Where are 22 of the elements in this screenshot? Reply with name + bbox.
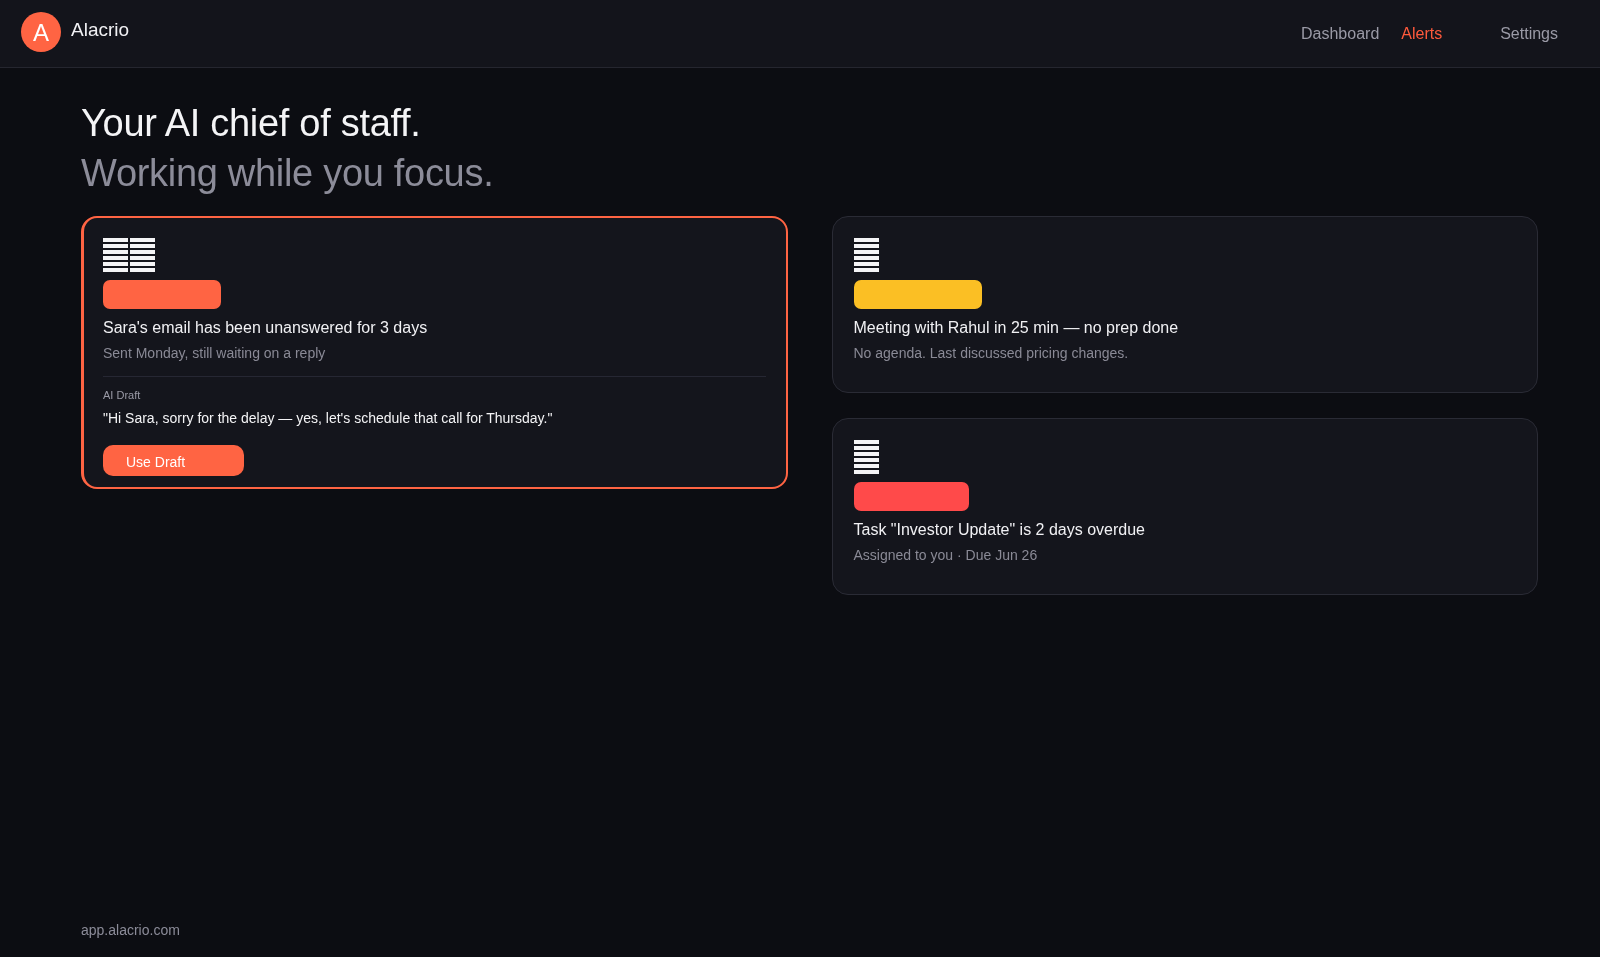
alert-card[interactable]: Task "Investor Update" is 2 days overdue Assigned to you · Due Jun 26 xyxy=(831,418,1538,595)
alert-title: Meeting with Rahul in 25 min — no prep done xyxy=(853,318,1179,338)
hero-subtitle: Working while you focus. xyxy=(81,151,495,196)
alert-title: Sara's email has been unanswered for 3 days xyxy=(103,318,428,338)
draft-text: "Hi Sara, sorry for the delay — yes, let's schedule that call for Thursday." xyxy=(103,410,553,426)
alert-detail: Sent Monday, still waiting on a reply xyxy=(103,344,326,362)
footer-url: app.alacrio.com xyxy=(81,922,180,938)
nav-link[interactable]: Dashboard xyxy=(1301,24,1380,43)
logo-avatar: A xyxy=(21,11,61,52)
alert-title: Task "Investor Update" is 2 days overdue xyxy=(853,520,1145,540)
alert-detail: Assigned to you · Due Jun 26 xyxy=(853,546,1038,564)
lines-icon xyxy=(853,440,879,474)
nav-link[interactable]: Alerts xyxy=(1401,24,1443,43)
nav-link[interactable]: Settings xyxy=(1500,24,1558,43)
alert-card[interactable]: Meeting with Rahul in 25 min — no prep done No agenda. Last discussed pricing changes. xyxy=(831,216,1538,393)
lines-icon xyxy=(853,238,879,272)
lines-icon xyxy=(103,238,155,272)
alert-card[interactable]: Sara's email has been unanswered for 3 days Sent Monday, still waiting on a reply AI Draft "Hi Sara, sorry for the delay — yes, let's schedule that call for Thursday." Use Draft xyxy=(81,216,788,489)
draft-label: AI Draft xyxy=(103,389,141,401)
brand-name: Alacrio xyxy=(71,19,130,41)
hero-title: Your AI chief of staff. xyxy=(81,101,422,146)
alert-detail: No agenda. Last discussed pricing changes. xyxy=(853,344,1129,362)
